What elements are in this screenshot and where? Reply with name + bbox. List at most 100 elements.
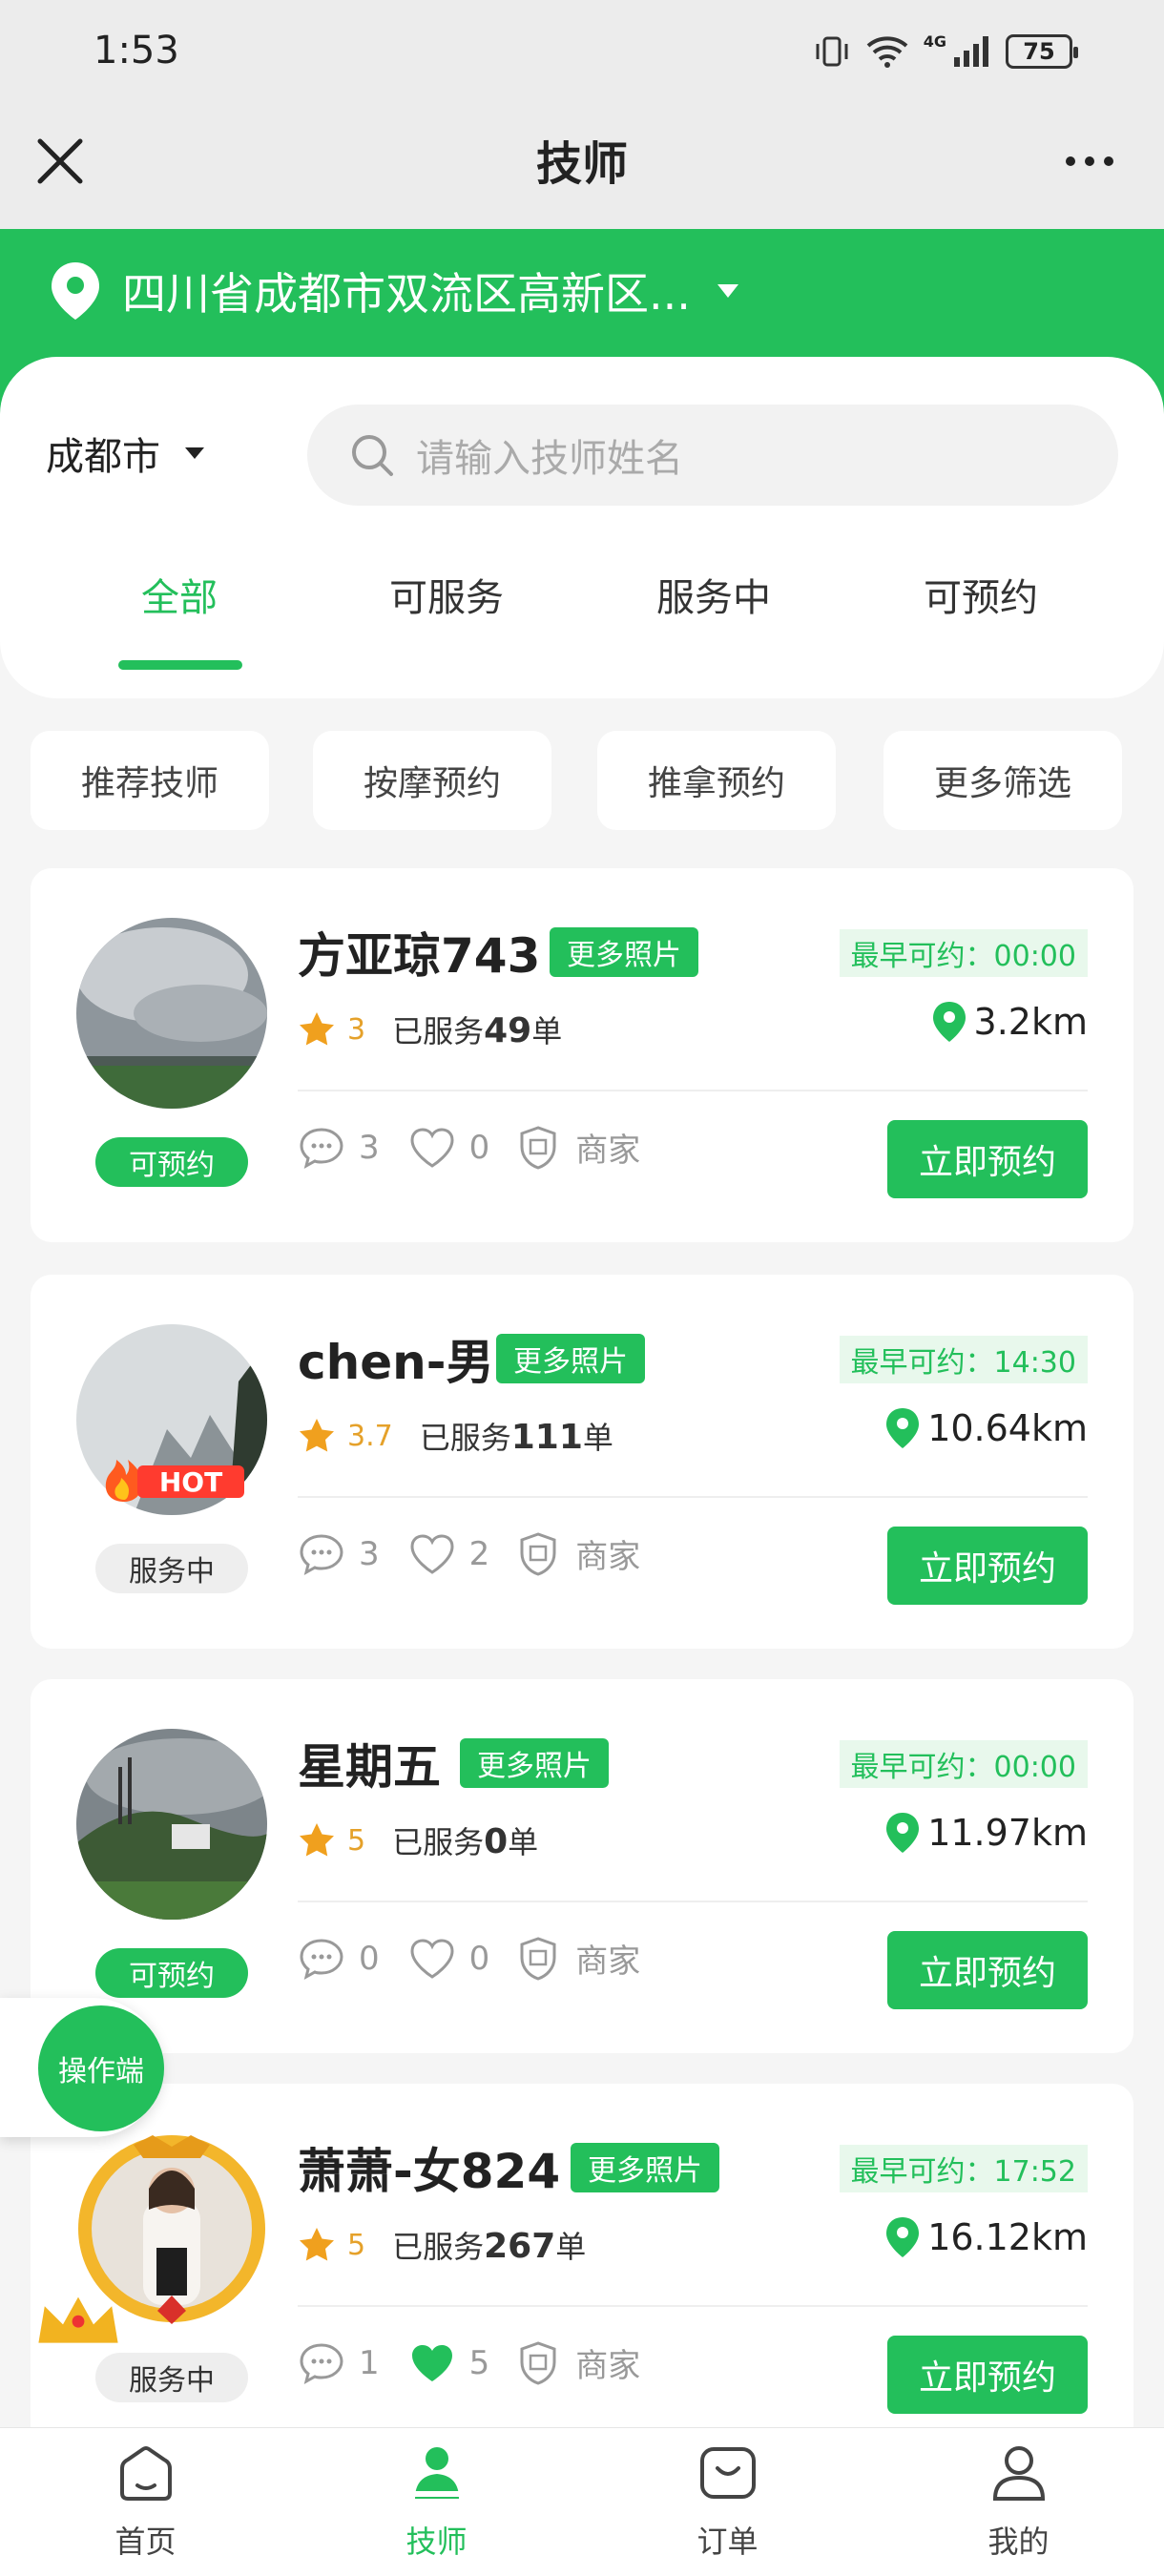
- rating-row: 5 已服务0单: [298, 1818, 538, 1862]
- location-text: 四川省成都市双流区高新区...: [122, 268, 691, 320]
- status-tabs: 全部 可服务 服务中 可预约: [0, 567, 1164, 672]
- heart-icon[interactable]: [408, 1532, 456, 1576]
- tab-available[interactable]: 可服务: [313, 567, 580, 622]
- technician-card[interactable]: 服务中 萧萧-女824 更多照片 最早可约：17:52 5 已服务267单 16…: [31, 2084, 1133, 2458]
- status-badge: 服务中: [95, 1544, 248, 1593]
- technician-name: 星期五: [298, 1739, 441, 1795]
- status-badge: 可预约: [95, 1137, 248, 1187]
- search-input[interactable]: 请输入技师姓名: [307, 405, 1118, 506]
- technician-avatar: [76, 918, 267, 1109]
- shop-badge-icon: [520, 1531, 556, 1576]
- book-now-button[interactable]: 立即预约: [887, 1120, 1088, 1198]
- like-count: 5: [468, 2343, 490, 2382]
- comment-icon[interactable]: [298, 1532, 345, 1576]
- earliest-time-badge: 最早可约：00:00: [839, 929, 1088, 977]
- city-label: 成都市: [46, 435, 160, 479]
- home-icon: [120, 2446, 172, 2501]
- shop-badge-icon: [520, 1125, 556, 1170]
- comment-icon[interactable]: [298, 1126, 345, 1170]
- location-pin-icon: [52, 262, 99, 320]
- book-now-button[interactable]: 立即预约: [887, 1527, 1088, 1605]
- rating-row: 5 已服务267单: [298, 2223, 586, 2267]
- tabbar-home[interactable]: 首页: [0, 2428, 291, 2576]
- divider: [298, 1901, 1088, 1902]
- served-count: 已服务49单: [392, 1011, 563, 1050]
- heart-icon[interactable]: [408, 1126, 456, 1170]
- more-photos-button[interactable]: 更多照片: [571, 2143, 719, 2192]
- technician-card[interactable]: HOT 服务中 chen-男 更多照片 最早可约：14:30 3.7 已服务11…: [31, 1275, 1133, 1649]
- signal-icon: [954, 36, 988, 67]
- served-count: 已服务111单: [419, 1418, 613, 1457]
- rating-row: 3.7 已服务111单: [298, 1414, 613, 1458]
- filter-massage[interactable]: 按摩预约: [313, 731, 551, 830]
- more-photos-button[interactable]: 更多照片: [550, 927, 698, 977]
- shop-label: 商家: [575, 1538, 641, 1576]
- book-now-button[interactable]: 立即预约: [887, 1931, 1088, 2009]
- divider: [298, 2305, 1088, 2307]
- filter-recommended[interactable]: 推荐技师: [31, 731, 269, 830]
- tabbar-mine[interactable]: 我的: [873, 2428, 1164, 2576]
- distance: 11.97km: [883, 1811, 1088, 1855]
- vibrate-icon: [816, 36, 848, 67]
- technician-avatar: [76, 1729, 267, 1920]
- more-photos-button[interactable]: 更多照片: [460, 1738, 609, 1788]
- status-bar: 1:53 4G 75: [0, 0, 1164, 113]
- filter-more[interactable]: 更多筛选: [883, 731, 1122, 830]
- more-options-icon[interactable]: [1061, 137, 1118, 185]
- city-selector[interactable]: 成都市: [46, 426, 206, 481]
- star-icon: [300, 2228, 334, 2261]
- tabbar-technician[interactable]: 技师: [291, 2428, 582, 2576]
- rating-value: 3.7: [347, 1419, 393, 1453]
- rating-row: 3 已服务49单: [298, 1008, 562, 1051]
- active-tab-indicator: [118, 660, 242, 670]
- heart-filled-icon[interactable]: [408, 2341, 456, 2385]
- served-count: 已服务267单: [392, 2227, 587, 2266]
- status-badge: 服务中: [95, 2353, 248, 2402]
- star-icon: [300, 1012, 334, 1046]
- technician-name: chen-男: [298, 1335, 494, 1390]
- bottom-tab-bar: 首页 技师 订单 我的: [0, 2427, 1164, 2576]
- filter-panel: 成都市 请输入技师姓名 全部 可服务 服务中 可预约: [0, 357, 1164, 698]
- comment-icon[interactable]: [298, 1937, 345, 1981]
- book-now-button[interactable]: 立即预约: [887, 2336, 1088, 2414]
- chevron-down-icon: [185, 447, 204, 459]
- operator-button[interactable]: 操作端: [38, 2005, 164, 2131]
- location-selector[interactable]: 四川省成都市双流区高新区...: [48, 260, 740, 322]
- tab-in-service[interactable]: 服务中: [580, 567, 847, 622]
- comment-icon[interactable]: [298, 2341, 345, 2385]
- filter-tuina[interactable]: 推拿预约: [597, 731, 836, 830]
- earliest-time-badge: 最早可约：17:52: [839, 2145, 1088, 2192]
- comment-count: 3: [359, 1534, 380, 1573]
- svg-text:HOT: HOT: [159, 1466, 222, 1498]
- tabbar-mine-label: 我的: [987, 2524, 1050, 2560]
- technician-card[interactable]: 可预约 星期五 更多照片 最早可约：00:00 5 已服务0单 11.97km …: [31, 1679, 1133, 2053]
- rating-value: 5: [347, 1823, 366, 1858]
- tabbar-home-label: 首页: [114, 2524, 177, 2560]
- star-icon: [300, 1823, 334, 1857]
- page-title: 技师: [535, 137, 628, 191]
- shop-badge-icon: [520, 1936, 556, 1981]
- search-placeholder: 请输入技师姓名: [416, 437, 683, 481]
- status-badge: 可预约: [95, 1948, 248, 1998]
- tab-bookable[interactable]: 可预约: [847, 567, 1114, 622]
- technician-icon: [415, 2447, 459, 2499]
- tabbar-orders-label: 订单: [696, 2524, 759, 2560]
- tabbar-orders[interactable]: 订单: [582, 2428, 873, 2576]
- technician-card[interactable]: 可预约 方亚琼743 更多照片 最早可约：00:00 3 已服务49单 3.2k…: [31, 868, 1133, 1242]
- profile-icon: [992, 2446, 1046, 2501]
- distance: 16.12km: [883, 2215, 1088, 2259]
- like-count: 2: [468, 1534, 490, 1573]
- filter-chips: 推荐技师 按摩预约 推拿预约 更多筛选: [31, 731, 1133, 830]
- served-count: 已服务0单: [392, 1822, 539, 1861]
- more-photos-button[interactable]: 更多照片: [496, 1334, 645, 1383]
- heart-icon[interactable]: [408, 1937, 456, 1981]
- wifi-icon: [866, 36, 908, 68]
- search-icon: [352, 435, 393, 476]
- technician-name: 萧萧-女824: [298, 2144, 561, 2199]
- tab-all[interactable]: 全部: [46, 567, 313, 622]
- location-pin-icon: [932, 1002, 966, 1042]
- status-time: 1:53: [94, 29, 179, 73]
- rating-value: 5: [347, 2228, 366, 2262]
- divider: [298, 1090, 1088, 1091]
- stats-row: 0 0 商家: [298, 1935, 640, 1982]
